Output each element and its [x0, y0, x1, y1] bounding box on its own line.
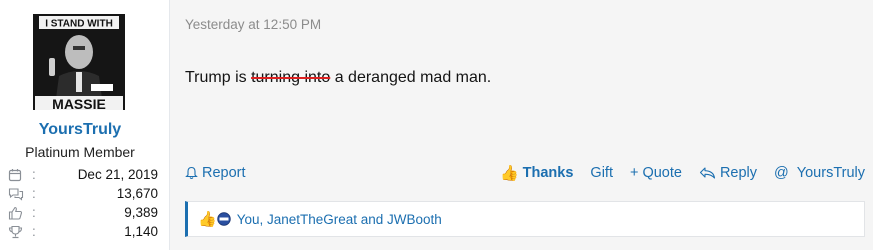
stat-points: : 1,140 — [8, 222, 158, 241]
thumbs-up-icon: 👍 — [198, 211, 217, 228]
avatar-image: I STAND WITH MASSIE — [33, 14, 125, 110]
message-cell: Yesterday at 12:50 PM Trump is turning i… — [170, 0, 873, 250]
post-date[interactable]: Yesterday at 12:50 PM — [185, 17, 321, 32]
post-body: Trump is turning into a deranged mad man… — [185, 69, 491, 87]
plus-icon: + — [629, 165, 639, 181]
post-actions: Report 👍 Thanks Gift + Quote Reply @ You… — [185, 162, 865, 184]
report-button[interactable]: Report — [185, 165, 246, 181]
mention-button[interactable]: @ YoursTruly — [774, 165, 865, 181]
stat-value: 1,140 — [124, 224, 158, 239]
bell-icon — [185, 166, 198, 180]
reactions-bar[interactable]: 👍 You, JanetTheGreat and JWBooth — [185, 201, 865, 237]
quote-label: Quote — [642, 165, 682, 181]
stat-messages: : 13,670 — [8, 184, 158, 203]
message-post: I STAND WITH MASSIE YoursTruly Platinum … — [0, 0, 873, 250]
calendar-icon — [8, 167, 30, 183]
stat-joined: : Dec 21, 2019 — [8, 165, 158, 184]
report-label: Report — [202, 165, 246, 181]
user-stats: : Dec 21, 2019 : 13,670 : 9,389: 1,140 — [8, 165, 158, 241]
reply-button[interactable]: Reply — [699, 165, 757, 181]
thumbs-up-icon: 👍 — [499, 165, 519, 182]
reply-label: Reply — [719, 165, 758, 181]
body-text-start: Trump is — [185, 69, 252, 86]
avatar-banner-bottom: MASSIE — [52, 96, 106, 110]
quote-button[interactable]: + Quote — [630, 165, 682, 181]
body-text-struck: turning into — [251, 69, 331, 86]
gift-label: Gift — [590, 165, 613, 181]
at-icon: @ — [774, 165, 789, 181]
thumbs-up-icon — [8, 205, 30, 221]
stat-reactions: : 9,389 — [8, 203, 158, 222]
stat-value: 9,389 — [124, 205, 158, 220]
stat-value: Dec 21, 2019 — [77, 167, 158, 182]
avatar[interactable]: I STAND WITH MASSIE — [33, 14, 125, 110]
avatar-banner-top: I STAND WITH — [45, 19, 113, 30]
reply-icon — [699, 167, 716, 179]
reaction-users[interactable]: You, JanetTheGreat and JWBooth — [237, 212, 442, 227]
trophy-icon — [8, 224, 30, 240]
user-cell: I STAND WITH MASSIE YoursTruly Platinum … — [0, 0, 170, 250]
reaction-icons: 👍 — [198, 210, 231, 228]
user-title: Platinum Member — [25, 144, 135, 160]
username-link[interactable]: YoursTruly — [0, 121, 160, 139]
custom-reaction-icon — [216, 212, 231, 226]
messages-icon — [8, 186, 30, 202]
mention-label: YoursTruly — [796, 165, 865, 181]
gift-button[interactable]: Gift — [590, 165, 613, 181]
body-text-end: a deranged mad man. — [330, 69, 492, 86]
thanks-button[interactable]: 👍 Thanks — [500, 164, 573, 182]
thanks-label: Thanks — [522, 165, 574, 181]
stat-value: 13,670 — [116, 186, 158, 201]
